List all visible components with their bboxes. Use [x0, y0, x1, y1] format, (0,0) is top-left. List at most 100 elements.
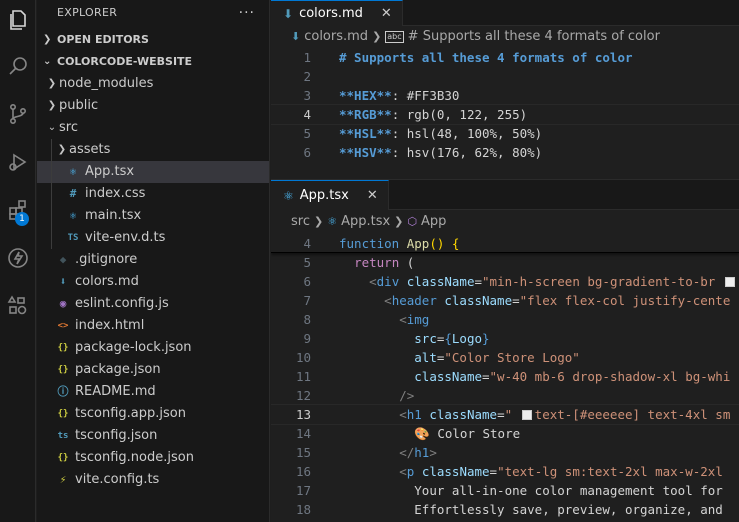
- code-token: <: [399, 464, 407, 479]
- tree-item-label: src: [59, 120, 78, 135]
- tree-folder[interactable]: ❯ public: [37, 95, 269, 117]
- json-file-icon: {}: [57, 365, 69, 375]
- indent-guide: [51, 227, 52, 249]
- tree-folder[interactable]: ⌄ src: [37, 117, 269, 139]
- tree-folder[interactable]: ❯ node_modules: [37, 73, 269, 95]
- code-token: img: [406, 312, 430, 327]
- activity-bar: 1: [0, 0, 36, 522]
- tree-file[interactable]: {} tsconfig.node.json: [37, 447, 269, 469]
- line-number: 4: [303, 236, 311, 251]
- project-section[interactable]: ⌄ COLORCODE-WEBSITE: [37, 51, 269, 73]
- tree-file[interactable]: ⚛ App.tsx: [37, 161, 269, 183]
- chevron-right-icon: ❯: [372, 30, 382, 43]
- tree-item-label: index.html: [75, 318, 145, 333]
- code-token: **HEX**: [339, 88, 392, 103]
- tree-file[interactable]: {} package-lock.json: [37, 337, 269, 359]
- extensions-badge: 1: [15, 212, 29, 226]
- code-text: Your all-in-one color management tool fo…: [311, 481, 723, 500]
- line-number: 4: [303, 107, 311, 122]
- code-token: h1: [414, 445, 430, 460]
- code-text: **HEX**: #FF3B30: [311, 86, 459, 105]
- code-line: 13 <h1 className=" text-[#eeeeee] text-4…: [271, 404, 739, 425]
- run-debug-icon[interactable]: [0, 144, 36, 180]
- code-line: 9 src={Logo}: [271, 329, 739, 348]
- tree-file[interactable]: TS vite-env.d.ts: [37, 227, 269, 249]
- open-editors-section[interactable]: ❯ OPEN EDITORS: [37, 29, 269, 51]
- code-line: 8 <img: [271, 310, 739, 329]
- code-token: **HSL**: [339, 126, 392, 141]
- code-text: alt="Color Store Logo": [311, 348, 580, 367]
- lightning-icon[interactable]: [0, 240, 36, 276]
- file-tree: ❯ node_modules ❯ public ⌄ src ❯ assets ⚛ App.tsx #…: [37, 73, 269, 491]
- tree-file[interactable]: ⚛ main.tsx: [37, 205, 269, 227]
- css-file-icon: #: [69, 187, 77, 200]
- tree-file[interactable]: ◆ .gitignore: [37, 249, 269, 271]
- top-code-editor[interactable]: 1 # Supports all these 4 formats of color…: [271, 48, 739, 179]
- tree-item-label: eslint.config.js: [75, 296, 169, 311]
- sidebar-title-text: EXPLORER: [57, 6, 118, 19]
- tab-app-tsx[interactable]: ⚛ App.tsx ✕: [271, 180, 389, 210]
- code-token: : hsv(176, 62%, 80%): [391, 145, 543, 160]
- code-line: 1 # Supports all these 4 formats of color: [271, 48, 739, 67]
- code-text: src={Logo}: [311, 329, 490, 348]
- open-editors-label: OPEN EDITORS: [57, 33, 149, 46]
- breadcrumb-symbol[interactable]: App: [421, 210, 446, 234]
- explorer-icon[interactable]: [0, 2, 36, 38]
- heading-symbol-icon: abc: [385, 31, 404, 43]
- code-token: # Supports all these 4 formats of color: [339, 50, 633, 65]
- tree-file[interactable]: ◉ eslint.config.js: [37, 293, 269, 315]
- tree-file[interactable]: ⓘ README.md: [37, 381, 269, 403]
- search-icon[interactable]: [0, 48, 36, 84]
- code-line: 6 **HSV**: hsv(176, 62%, 80%): [271, 143, 739, 162]
- tree-file[interactable]: ⬇ colors.md: [37, 271, 269, 293]
- breadcrumb-file[interactable]: App.tsx: [341, 210, 390, 234]
- tree-folder[interactable]: ❯ assets: [37, 139, 269, 161]
- code-token: }: [482, 331, 490, 346]
- code-token: App: [406, 236, 430, 251]
- code-token: Logo: [451, 331, 483, 346]
- color-swatch[interactable]: [724, 277, 735, 287]
- top-breadcrumb: ⬇ colors.md ❯ abc # Supports all these 4…: [271, 26, 739, 48]
- more-actions-icon[interactable]: ···: [239, 0, 255, 26]
- close-tab-icon[interactable]: ✕: [367, 188, 378, 203]
- tree-item-label: App.tsx: [85, 164, 135, 179]
- tree-file[interactable]: ⚡ vite.config.ts: [37, 469, 269, 491]
- code-token: className: [421, 464, 490, 479]
- bottom-code-editor[interactable]: 4 function App() {5 return (6 <div classN…: [271, 234, 739, 522]
- tree-file[interactable]: {} tsconfig.app.json: [37, 403, 269, 425]
- tree-file[interactable]: {} package.json: [37, 359, 269, 381]
- markdown-file-icon: ⬇: [283, 6, 294, 21]
- breadcrumb-file[interactable]: colors.md: [304, 26, 368, 48]
- tree-file[interactable]: <> index.html: [37, 315, 269, 337]
- line-number: 16: [295, 464, 311, 479]
- line-number: 13: [295, 407, 311, 422]
- bottom-breadcrumb: src ❯ ⚛ App.tsx ❯ ⬡ App: [271, 210, 739, 234]
- close-tab-icon[interactable]: ✕: [381, 6, 392, 21]
- tree-file[interactable]: # index.css: [37, 183, 269, 205]
- chevron-right-icon: ❯: [313, 215, 324, 228]
- react-file-icon: ⚛: [69, 209, 77, 222]
- tree-file[interactable]: ts tsconfig.json: [37, 425, 269, 447]
- shapes-icon[interactable]: [0, 288, 36, 324]
- code-text: Effortlessly save, preview, organize, an…: [311, 500, 723, 519]
- code-text: <h1 className=" text-[#eeeeee] text-4xl …: [311, 405, 730, 424]
- breadcrumb-symbol[interactable]: # Supports all these 4 formats of color: [408, 26, 660, 48]
- extensions-icon[interactable]: 1: [0, 192, 36, 228]
- breadcrumb-folder[interactable]: src: [291, 210, 310, 234]
- info-file-icon: ⓘ: [57, 385, 69, 398]
- tree-item-label: public: [59, 98, 99, 113]
- code-token: div: [376, 274, 400, 289]
- code-line: 5 **HSL**: hsl(48, 100%, 50%): [271, 124, 739, 143]
- code-text: return (: [311, 253, 414, 272]
- color-swatch[interactable]: [521, 410, 532, 420]
- code-token: "w-40 mb-6 drop-shadow-xl bg-whi: [489, 369, 731, 384]
- tab-colors-md[interactable]: ⬇ colors.md ✕: [271, 0, 403, 26]
- source-control-icon[interactable]: [0, 96, 36, 132]
